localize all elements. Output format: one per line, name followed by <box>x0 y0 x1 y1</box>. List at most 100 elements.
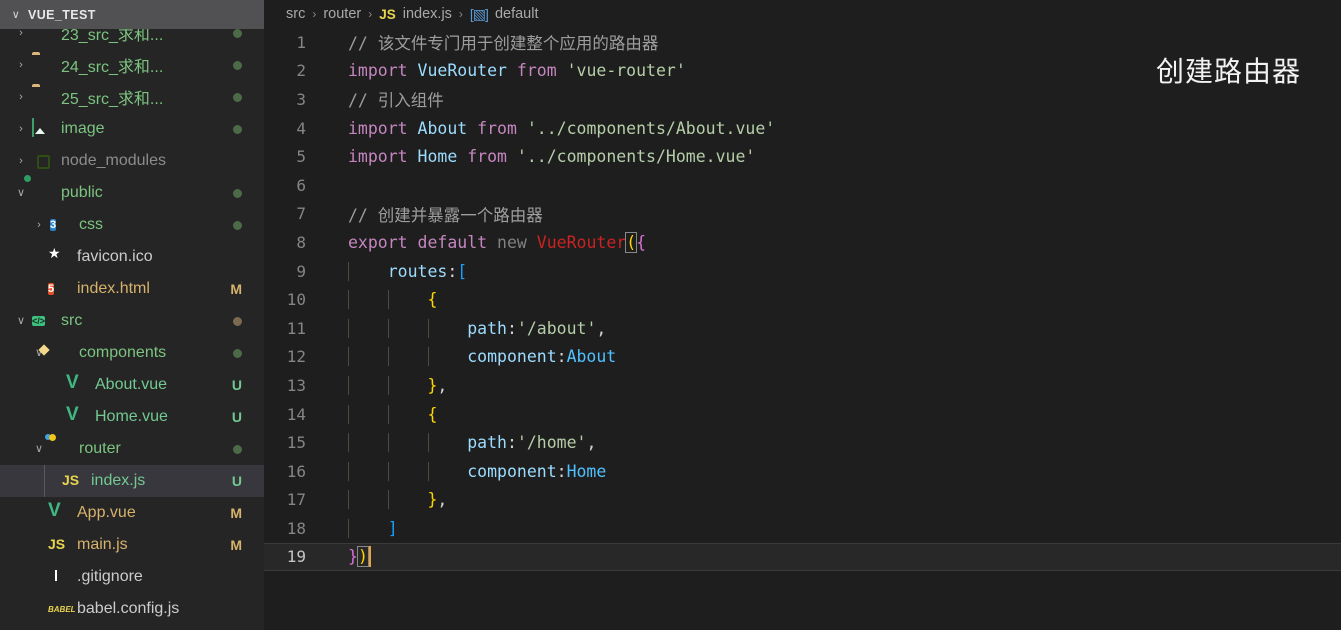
chevron-right-icon[interactable]: › <box>12 29 30 39</box>
explorer-section-header[interactable]: ∨ VUE_TEST <box>0 0 264 29</box>
tree-item-label: router <box>79 440 121 457</box>
tree-item-label: image <box>61 120 105 137</box>
line-number: 15 <box>286 433 306 453</box>
tree-item-24-src[interactable]: › 24_src_求和... <box>0 49 264 81</box>
tree-item-src[interactable]: ∨ </> src <box>0 305 264 337</box>
chevron-right-icon[interactable]: › <box>30 219 48 231</box>
line-content: // 该文件专门用于创建整个应用的路由器 <box>348 34 659 54</box>
tree-item-babel-config[interactable]: BABEL babel.config.js <box>0 593 264 625</box>
folder-icon <box>32 55 54 75</box>
code-line: 10 { <box>264 285 1341 314</box>
tree-item-25-src[interactable]: › 25_src_求和... <box>0 81 264 113</box>
line-number: 7 <box>296 204 306 224</box>
line-number: 18 <box>286 518 306 538</box>
breadcrumb-item-default[interactable]: default <box>495 6 539 22</box>
tree-item-label: main.js <box>77 536 128 553</box>
breadcrumb-item-index-js[interactable]: index.js <box>403 6 452 22</box>
js-icon: JS <box>48 536 66 552</box>
chevron-right-icon[interactable]: › <box>12 91 30 103</box>
code-line: 11 path:'/about', <box>264 314 1341 343</box>
breadcrumb: src › router › JS index.js › [▧] default <box>264 0 1341 28</box>
tree-item-label: node_modules <box>61 152 166 169</box>
tree-item-favicon[interactable]: favicon.ico <box>0 241 264 273</box>
git-status-badge: M <box>230 505 242 521</box>
code-line: 5 import Home from '../components/Home.v… <box>264 142 1341 171</box>
chevron-down-icon[interactable]: ∨ <box>12 315 30 327</box>
code-line: 12 component:About <box>264 343 1341 372</box>
code-line: 18 ] <box>264 514 1341 543</box>
tree-item-components[interactable]: ∨ components <box>0 337 264 369</box>
tree-item-label: public <box>61 184 103 201</box>
git-status-dot <box>233 316 242 326</box>
js-icon: JS <box>379 6 396 22</box>
tree-item-23-src[interactable]: › 23_src_求和... <box>0 29 264 49</box>
line-number: 13 <box>286 375 306 395</box>
folder-icon <box>32 29 54 43</box>
chevron-down-icon[interactable]: ∨ <box>30 443 48 455</box>
tree-item-label: src <box>61 312 83 329</box>
git-icon <box>48 567 70 587</box>
tree-item-label: 24_src_求和... <box>61 59 164 76</box>
tree-item-node-modules[interactable]: › node_modules <box>0 145 264 177</box>
public-folder-icon <box>32 183 54 203</box>
tree-item-image[interactable]: › image <box>0 113 264 145</box>
chevron-right-icon[interactable]: › <box>12 59 30 71</box>
chevron-right-icon[interactable]: › <box>12 155 30 167</box>
git-status-dot <box>233 220 242 230</box>
tree-item-home-vue[interactable]: Home.vue U <box>0 401 264 433</box>
tree-item-index-html[interactable]: 5 index.html M <box>0 273 264 305</box>
git-status-dot <box>233 188 242 198</box>
chevron-right-icon[interactable]: › <box>12 123 30 135</box>
css-folder-icon: 3 <box>50 219 57 231</box>
line-number: 14 <box>286 404 306 424</box>
favicon-icon <box>48 247 70 267</box>
chevron-right-icon: › <box>458 7 463 21</box>
git-status-badge: U <box>231 409 242 425</box>
code-line: 14 { <box>264 400 1341 429</box>
line-content: ] <box>326 518 398 538</box>
chevron-down-icon[interactable]: ∨ <box>12 187 30 199</box>
breadcrumb-item-router[interactable]: router <box>323 6 361 22</box>
tree-item-label: 23_src_求和... <box>61 29 164 44</box>
html-icon: 5 <box>48 283 55 295</box>
line-number: 6 <box>296 175 306 195</box>
line-number: 5 <box>296 147 306 167</box>
js-icon: JS <box>62 472 80 488</box>
babel-icon: BABEL <box>48 605 76 614</box>
chevron-right-icon: › <box>368 7 373 21</box>
tree-item-app-vue[interactable]: App.vue M <box>0 497 264 529</box>
line-number: 3 <box>296 89 306 109</box>
vue-icon <box>48 503 70 523</box>
vscode-window: ∨ VUE_TEST › 23_src_求和... › 24_src_求和... <box>0 0 1341 630</box>
annotation-overlay: 创建路由器 <box>1155 55 1301 88</box>
tree-item-label: About.vue <box>95 376 168 393</box>
tree-item-about-vue[interactable]: About.vue U <box>0 369 264 401</box>
line-number: 17 <box>286 490 306 510</box>
line-content: // 创建并暴露一个路由器 <box>348 205 543 225</box>
line-content: }, <box>326 375 447 395</box>
line-content: { <box>326 290 437 310</box>
chevron-down-icon[interactable]: ∨ <box>8 8 24 21</box>
code-line: 16 component:Home <box>264 457 1341 486</box>
git-status-dot <box>233 444 242 454</box>
tree-item-main-js[interactable]: JS main.js M <box>0 529 264 561</box>
tree-item-gitignore[interactable]: .gitignore <box>0 561 264 593</box>
src-folder-icon: </> <box>32 316 46 326</box>
code-line-current: 19 }) <box>264 542 1341 572</box>
line-content: path:'/about', <box>326 318 606 338</box>
line-number: 16 <box>286 461 306 481</box>
breadcrumb-item-src[interactable]: src <box>286 6 305 22</box>
git-status-dot <box>233 124 242 134</box>
git-status-dot <box>233 60 242 70</box>
tree-item-label: 25_src_求和... <box>61 91 164 108</box>
tree-item-label: favicon.ico <box>77 248 153 265</box>
symbol-cube-icon: [▧] <box>469 5 489 22</box>
code-line: 8 export default new VueRouter({ <box>264 228 1341 257</box>
tree-item-router[interactable]: ∨ router <box>0 433 264 465</box>
tree-item-index-js[interactable]: JS index.js U <box>0 465 264 497</box>
vue-icon <box>66 375 88 395</box>
line-number: 2 <box>296 61 306 81</box>
tree-item-public[interactable]: ∨ public <box>0 177 264 209</box>
tree-item-css[interactable]: › 3 css <box>0 209 264 241</box>
code-editor[interactable]: 1 // 该文件专门用于创建整个应用的路由器 2 import VueRoute… <box>264 28 1341 572</box>
